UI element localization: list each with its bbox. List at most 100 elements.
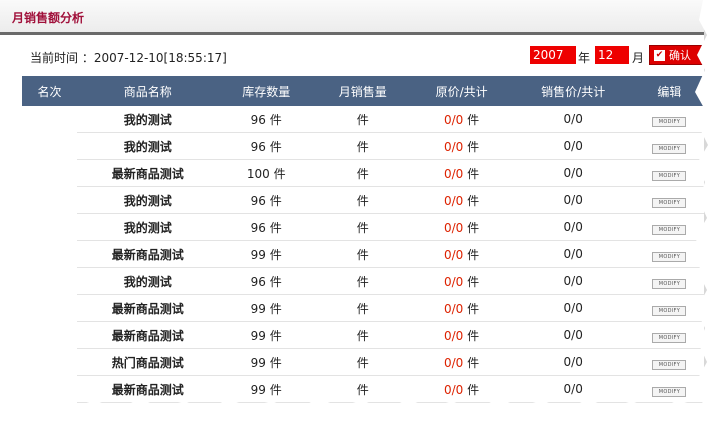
header-product-name[interactable]: 商品名称: [76, 76, 219, 106]
modify-button[interactable]: MODIFY: [652, 305, 687, 316]
original-price-unit: 件: [467, 274, 480, 289]
monthly-sales-cell: 件: [313, 267, 412, 295]
original-price-unit: 件: [467, 166, 480, 181]
product-name-link[interactable]: 我的测试: [76, 132, 219, 160]
stock-cell: 99 件: [218, 348, 314, 376]
product-name-link[interactable]: 我的测试: [76, 267, 219, 295]
header-stock[interactable]: 库存数量: [218, 76, 314, 106]
header-rank[interactable]: 名次: [22, 76, 77, 106]
modify-button[interactable]: MODIFY: [652, 197, 687, 208]
original-price-value: 0/0: [444, 355, 464, 370]
product-name-link[interactable]: 最新商品测试: [76, 294, 219, 322]
rank-cell: [22, 187, 77, 214]
sale-price-cell: 0/0: [511, 186, 635, 214]
original-price-value: 0/0: [444, 193, 464, 208]
sale-price-cell: 0/0: [511, 213, 635, 241]
table-row: 最新商品测试 99 件件 0/0 件 0/0 MODIFY: [22, 321, 704, 349]
edit-cell: MODIFY: [634, 240, 704, 268]
title-bar: 月销售额分析: [0, 0, 704, 35]
original-price-cell: 0/0 件: [411, 132, 512, 160]
monthly-sales-cell: 件: [313, 159, 412, 187]
modify-button[interactable]: MODIFY: [652, 251, 687, 262]
monthly-sales-cell: 件: [313, 132, 412, 160]
original-price-cell: 0/0 件: [411, 186, 512, 214]
original-price-value: 0/0: [444, 328, 464, 343]
edit-cell: MODIFY: [634, 186, 704, 214]
monthly-sales-cell: 件: [313, 321, 412, 349]
edit-cell: MODIFY: [634, 106, 704, 133]
original-price-cell: 0/0 件: [411, 348, 512, 376]
header-sale-price[interactable]: 销售价/共计: [511, 76, 635, 106]
stock-cell: 100 件: [218, 159, 314, 187]
product-name-link[interactable]: 最新商品测试: [76, 321, 219, 349]
rank-cell: [22, 133, 77, 160]
modify-button[interactable]: MODIFY: [652, 278, 687, 289]
stock-cell: 96 件: [218, 106, 314, 133]
rank-cell: [22, 106, 77, 133]
rank-cell: [22, 349, 77, 376]
rank-cell: [22, 322, 77, 349]
edit-cell: MODIFY: [634, 348, 704, 376]
product-name-link[interactable]: 热门商品测试: [76, 348, 219, 376]
torn-edge-right: [695, 0, 717, 412]
monthly-sales-cell: 件: [313, 106, 412, 133]
modify-button[interactable]: MODIFY: [652, 332, 687, 343]
modify-button[interactable]: MODIFY: [652, 170, 687, 181]
page-sheet: 月销售额分析 当前时间 ：2007-12-10[18:55:17] 年 月 ✔ …: [0, 0, 704, 412]
original-price-value: 0/0: [444, 166, 464, 181]
table-row: 最新商品测试 100 件件 0/0 件 0/0 MODIFY: [22, 159, 704, 187]
header-monthly-sales[interactable]: 月销售量: [313, 76, 412, 106]
product-name-link[interactable]: 我的测试: [76, 186, 219, 214]
original-price-value: 0/0: [444, 274, 464, 289]
modify-button[interactable]: MODIFY: [652, 224, 687, 235]
table-row: 热门商品测试 99 件件 0/0 件 0/0 MODIFY: [22, 348, 704, 376]
product-name-link[interactable]: 我的测试: [76, 213, 219, 241]
year-unit-label: 年: [578, 51, 591, 65]
edit-cell: MODIFY: [634, 213, 704, 241]
table-row: 我的测试 96 件件 0/0 件 0/0 MODIFY: [22, 267, 704, 295]
original-price-cell: 0/0 件: [411, 159, 512, 187]
product-name-link[interactable]: 最新商品测试: [76, 159, 219, 187]
original-price-cell: 0/0 件: [411, 106, 512, 133]
modify-button[interactable]: MODIFY: [652, 143, 687, 154]
original-price-cell: 0/0 件: [411, 240, 512, 268]
table-row: 我的测试 96 件件 0/0 件 0/0 MODIFY: [22, 213, 704, 241]
original-price-value: 0/0: [444, 247, 464, 262]
page-title: 月销售额分析: [12, 11, 85, 25]
edit-cell: MODIFY: [634, 321, 704, 349]
original-price-cell: 0/0 件: [411, 321, 512, 349]
original-price-value: 0/0: [444, 112, 464, 127]
modify-button[interactable]: MODIFY: [652, 116, 687, 127]
sale-price-cell: 0/0: [511, 132, 635, 160]
modify-button[interactable]: MODIFY: [652, 359, 687, 370]
header-original-price[interactable]: 原价/共计: [411, 76, 512, 106]
torn-edge-bottom: [0, 397, 717, 429]
edit-cell: MODIFY: [634, 159, 704, 187]
sale-price-cell: 0/0: [511, 240, 635, 268]
monthly-sales-cell: 件: [313, 294, 412, 322]
product-name-link[interactable]: 最新商品测试: [76, 240, 219, 268]
sale-price-cell: 0/0: [511, 294, 635, 322]
month-input[interactable]: [595, 46, 629, 64]
edit-cell: MODIFY: [634, 267, 704, 295]
current-time-label: 当前时间 ：2007-12-10[18:55:17]: [30, 51, 227, 65]
original-price-value: 0/0: [444, 220, 464, 235]
table-row: 最新商品测试 99 件件 0/0 件 0/0 MODIFY: [22, 240, 704, 268]
original-price-value: 0/0: [444, 301, 464, 316]
product-name-link[interactable]: 我的测试: [76, 106, 219, 133]
sale-price-cell: 0/0: [511, 106, 635, 133]
original-price-cell: 0/0 件: [411, 294, 512, 322]
original-price-unit: 件: [467, 247, 480, 262]
original-price-cell: 0/0 件: [411, 267, 512, 295]
stock-cell: 99 件: [218, 321, 314, 349]
stock-cell: 96 件: [218, 132, 314, 160]
monthly-sales-cell: 件: [313, 186, 412, 214]
header-edit[interactable]: 编辑: [634, 76, 704, 106]
confirm-button-label: 确认: [669, 49, 691, 62]
sale-price-cell: 0/0: [511, 159, 635, 187]
table-row: 我的测试 96 件件 0/0 件 0/0 MODIFY: [22, 186, 704, 214]
stock-cell: 96 件: [218, 186, 314, 214]
stock-cell: 96 件: [218, 213, 314, 241]
year-input[interactable]: [530, 46, 576, 64]
rank-cell: [22, 241, 77, 268]
